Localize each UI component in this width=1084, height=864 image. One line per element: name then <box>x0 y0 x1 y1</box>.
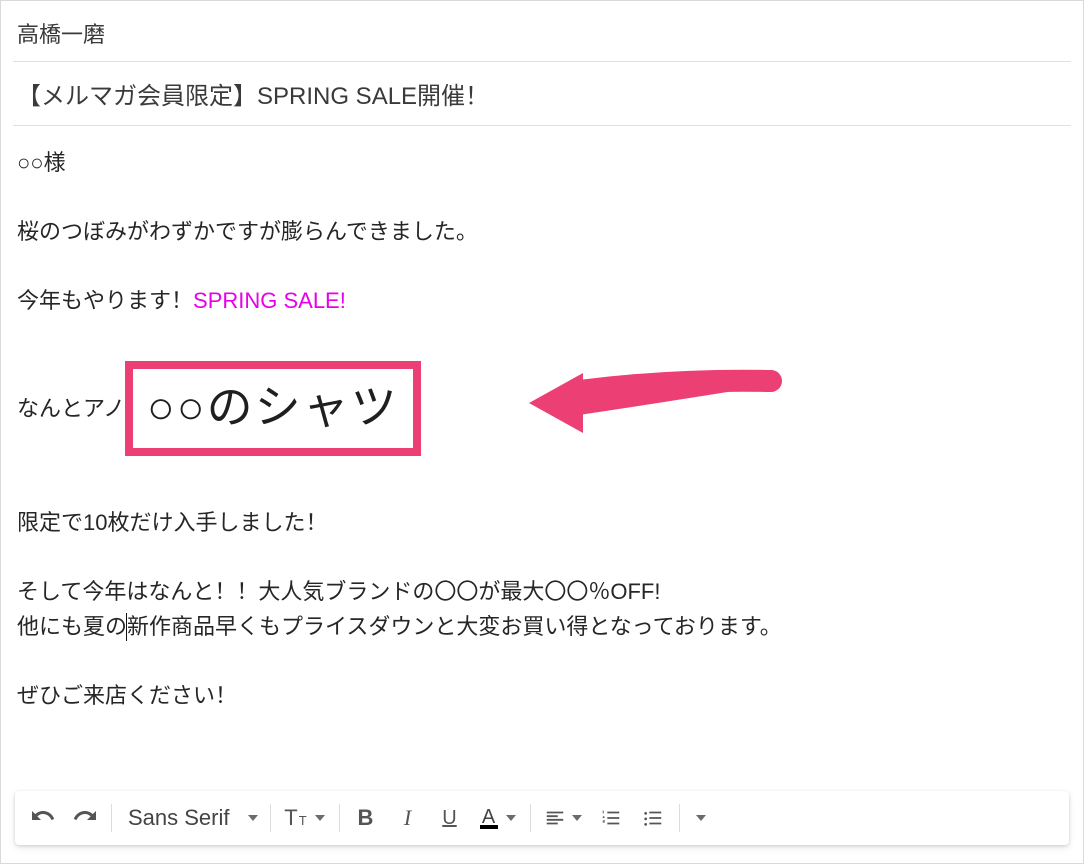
bold-button[interactable]: B <box>346 798 386 838</box>
chevron-down-icon <box>315 815 325 821</box>
bulleted-list-button[interactable] <box>633 798 673 838</box>
highlight-prefix: なんとアノ <box>17 392 125 425</box>
highlight-box: ○○のシャツ <box>125 361 421 456</box>
font-family-label: Sans Serif <box>128 805 230 831</box>
numbered-list-icon <box>600 807 622 829</box>
compose-window: 高橋一磨 【メルマガ会員限定】SPRING SALE開催！ ○○様 桜のつぼみが… <box>0 0 1084 864</box>
body-greeting: ○○様 <box>17 146 1067 179</box>
text-color-icon: A <box>480 807 498 829</box>
font-size-button[interactable]: TT <box>277 798 333 838</box>
subject-row[interactable]: 【メルマガ会員限定】SPRING SALE開催！ <box>13 62 1071 126</box>
chevron-down-icon <box>696 815 706 821</box>
underline-button[interactable]: U <box>430 798 470 838</box>
numbered-list-button[interactable] <box>591 798 631 838</box>
chevron-down-icon <box>572 815 582 821</box>
align-button[interactable] <box>537 798 589 838</box>
body-line-2: 今年もやります！SPRING SALE! <box>17 284 1067 317</box>
body-line-2a: 今年もやります！ <box>17 288 193 313</box>
highlight-line: なんとアノ ○○のシャツ <box>17 361 1067 456</box>
subject-text: 【メルマガ会員限定】SPRING SALE開催！ <box>17 83 489 110</box>
font-family-select[interactable]: Sans Serif <box>118 798 264 838</box>
body-line-6: ぜひご来店ください！ <box>17 679 1067 712</box>
toolbar-separator <box>339 804 340 832</box>
bulleted-list-icon <box>642 807 664 829</box>
toolbar-separator <box>679 804 680 832</box>
bold-icon: B <box>358 805 374 831</box>
chevron-down-icon <box>248 815 258 821</box>
text-color-button[interactable]: A <box>472 798 524 838</box>
redo-icon <box>73 806 97 830</box>
toolbar-separator <box>111 804 112 832</box>
recipient-row[interactable]: 高橋一磨 <box>13 11 1071 62</box>
underline-icon: U <box>442 807 456 830</box>
undo-button[interactable] <box>23 798 63 838</box>
more-formatting-button[interactable] <box>686 798 716 838</box>
font-size-icon: TT <box>284 805 306 831</box>
italic-button[interactable]: I <box>388 798 428 838</box>
undo-icon <box>31 806 55 830</box>
body-line-5: 他にも夏の新作商品早くもプライスダウンと大変お買い得となっております。 <box>17 610 1067 643</box>
message-body[interactable]: ○○様 桜のつぼみがわずかですが膨らんできました。 今年もやります！SPRING… <box>13 126 1071 724</box>
redo-button[interactable] <box>65 798 105 838</box>
highlight-text: ○○のシャツ <box>147 381 399 433</box>
recipient-name: 高橋一磨 <box>17 22 105 47</box>
italic-icon: I <box>404 805 411 831</box>
toolbar-separator <box>270 804 271 832</box>
text-cursor <box>126 613 127 641</box>
annotation-arrow <box>523 355 783 451</box>
chevron-down-icon <box>506 815 516 821</box>
body-line-1: 桜のつぼみがわずかですが膨らんできました。 <box>17 215 1067 248</box>
toolbar-separator <box>530 804 531 832</box>
body-line-4: そして今年はなんと！！大人気ブランドの〇〇が最大〇〇％OFF! <box>17 575 1067 608</box>
formatting-toolbar: Sans Serif TT B I U A <box>15 791 1069 845</box>
body-line-2b-highlight: SPRING SALE! <box>193 288 346 313</box>
align-left-icon <box>544 807 566 829</box>
body-line-3: 限定で10枚だけ入手しました！ <box>17 506 1067 539</box>
